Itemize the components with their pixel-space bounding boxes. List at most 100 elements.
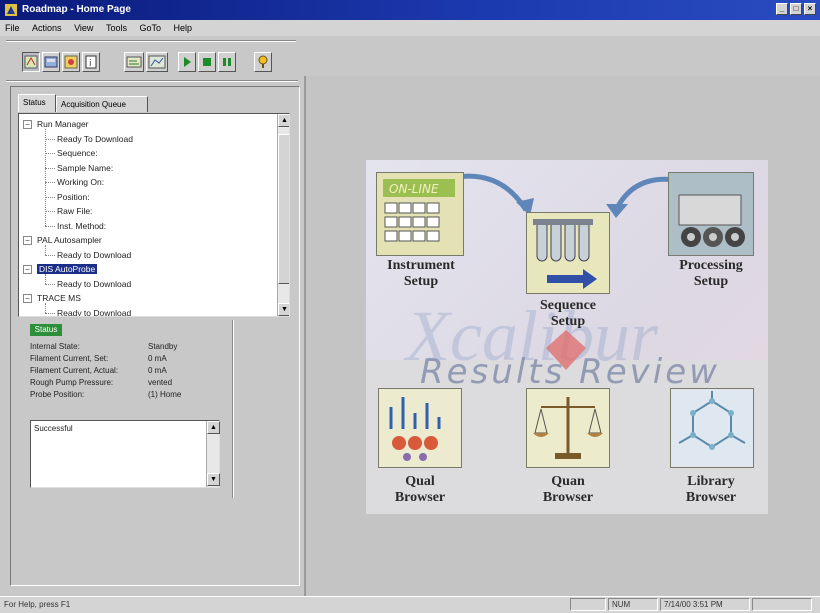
tree-label: Sample Name: xyxy=(57,162,114,173)
tree-connector xyxy=(45,182,55,183)
tab-status[interactable]: Status xyxy=(18,94,56,112)
tree-label: Run Manager xyxy=(37,119,89,129)
tree-node[interactable]: DIS AutoProbe xyxy=(37,262,98,276)
instrument-view-button[interactable] xyxy=(42,52,60,72)
chart-button[interactable] xyxy=(146,52,168,72)
quan-browser-icon xyxy=(533,397,603,459)
minimize-button[interactable]: _ xyxy=(776,3,788,15)
library-browser-tile[interactable] xyxy=(670,388,754,468)
status-divider xyxy=(232,320,234,498)
tree-connector xyxy=(45,283,55,285)
status-label: Internal State: xyxy=(30,342,80,351)
stop-button[interactable] xyxy=(198,52,216,72)
status-tree[interactable]: Run Manager − Ready To Download Sequence: Sa… xyxy=(18,113,290,317)
tree-label: Working On: xyxy=(57,177,105,187)
tree-connector xyxy=(45,254,55,256)
title-bar[interactable]: Roadmap - Home Page _ □ × xyxy=(0,0,820,20)
maximize-button[interactable]: □ xyxy=(790,3,802,15)
message-text: Successful xyxy=(34,424,73,433)
tree-leaf[interactable]: Ready to Download xyxy=(57,306,131,317)
menu-bar: File Actions View Tools GoTo Help xyxy=(0,20,820,36)
processing-setup-tile[interactable] xyxy=(668,172,754,256)
menu-goto[interactable]: GoTo xyxy=(134,20,166,33)
tree-connector xyxy=(45,303,46,313)
status-label: Rough Pump Pressure: xyxy=(30,378,114,387)
tree-leaf[interactable]: Sample Name: xyxy=(57,161,113,175)
tree-expander-icon[interactable]: − xyxy=(23,294,32,303)
status-label: Probe Position: xyxy=(30,390,85,399)
tree-label: TRACE MS xyxy=(37,293,81,303)
status-label: Filament Current, Set: xyxy=(30,354,109,363)
tree-label: Inst. Method: xyxy=(57,220,107,231)
pause-button[interactable] xyxy=(218,52,236,72)
setup-button[interactable] xyxy=(124,52,144,72)
instrument-view-icon xyxy=(44,56,58,68)
scroll-down-arrow-icon[interactable]: ▼ xyxy=(278,303,289,316)
scroll-thumb[interactable] xyxy=(278,134,289,284)
processing-setup-label: Processing Setup xyxy=(656,258,766,290)
tree-connector xyxy=(45,274,46,284)
tree-expander-icon[interactable]: − xyxy=(23,120,32,129)
tab-acquisition-queue[interactable]: Acquisition Queue xyxy=(56,96,148,112)
help-hint: For Help, press F1 xyxy=(4,600,71,609)
stop-icon xyxy=(203,58,211,66)
label-line: Processing xyxy=(679,258,743,273)
tree-leaf[interactable]: Working On: xyxy=(57,175,104,189)
roadmap-view-icon xyxy=(24,55,38,69)
label-line: Setup xyxy=(693,274,729,289)
library-browser-icon xyxy=(678,391,746,450)
info-view-button[interactable]: i xyxy=(82,52,100,72)
message-scrollbar[interactable]: ▲ ▼ xyxy=(206,421,220,487)
tree-expander-icon[interactable]: − xyxy=(23,265,32,274)
blank-pane xyxy=(570,598,606,611)
instrument-setup-icon: ON-LINE xyxy=(383,179,455,242)
help-icon xyxy=(258,55,268,68)
tree-expander-icon[interactable]: − xyxy=(23,236,32,245)
tree-leaf[interactable]: Raw File: xyxy=(57,204,92,218)
menu-file[interactable]: File xyxy=(0,20,25,33)
close-button[interactable]: × xyxy=(804,3,816,15)
processing-setup-icon xyxy=(669,173,753,255)
menu-help[interactable]: Help xyxy=(169,20,198,33)
status-value: Standby xyxy=(148,342,178,351)
scroll-up-arrow-icon[interactable]: ▲ xyxy=(207,421,220,434)
tree-leaf[interactable]: Ready to Download xyxy=(57,248,131,262)
sequence-setup-icon xyxy=(533,219,597,289)
help-button[interactable] xyxy=(254,52,272,72)
scroll-up-arrow-icon[interactable]: ▲ xyxy=(278,114,289,127)
start-button[interactable] xyxy=(178,52,196,72)
tree-connector xyxy=(45,138,55,140)
tree-leaf[interactable]: Ready To Download xyxy=(57,132,133,146)
tree-scrollbar[interactable]: ▲ ▼ xyxy=(277,114,289,316)
tree-label: Ready to Download xyxy=(57,278,132,289)
tree-leaf[interactable]: Ready to Download xyxy=(57,277,131,291)
tree-label: Raw File: xyxy=(57,206,93,216)
quan-browser-tile[interactable] xyxy=(526,388,610,468)
window-title: Roadmap - Home Page xyxy=(22,4,131,15)
toolbar-divider xyxy=(6,40,296,42)
blank-pane xyxy=(752,598,812,611)
sequence-view-button[interactable] xyxy=(62,52,80,72)
label-line: Sequence xyxy=(540,298,596,313)
instrument-setup-tile[interactable]: ON-LINE xyxy=(376,172,464,256)
roadmap-view-button[interactable] xyxy=(22,52,40,72)
menu-view[interactable]: View xyxy=(69,20,98,33)
tree-leaf[interactable]: Inst. Method: xyxy=(57,219,106,233)
menu-actions[interactable]: Actions xyxy=(27,20,67,33)
library-browser-label: Library Browser xyxy=(656,474,766,506)
message-box[interactable]: Successful ▲ ▼ xyxy=(30,420,220,488)
scroll-down-arrow-icon[interactable]: ▼ xyxy=(207,473,220,486)
label-line: Quan xyxy=(551,474,585,489)
tree-node[interactable]: TRACE MS xyxy=(37,291,81,305)
tree-leaf[interactable]: Sequence: xyxy=(57,146,98,160)
setup-icon xyxy=(126,56,142,68)
tree-node[interactable]: PAL Autosampler xyxy=(37,233,102,247)
tree-leaf[interactable]: Position: xyxy=(57,190,90,204)
tree-connector xyxy=(45,245,46,255)
tree-label: DIS AutoProbe xyxy=(37,264,98,274)
qual-browser-tile[interactable] xyxy=(378,388,462,468)
toolbar-bottom-divider xyxy=(6,80,298,82)
qual-browser-icon xyxy=(389,397,441,461)
sequence-setup-tile[interactable] xyxy=(526,212,610,294)
menu-tools[interactable]: Tools xyxy=(101,20,132,33)
